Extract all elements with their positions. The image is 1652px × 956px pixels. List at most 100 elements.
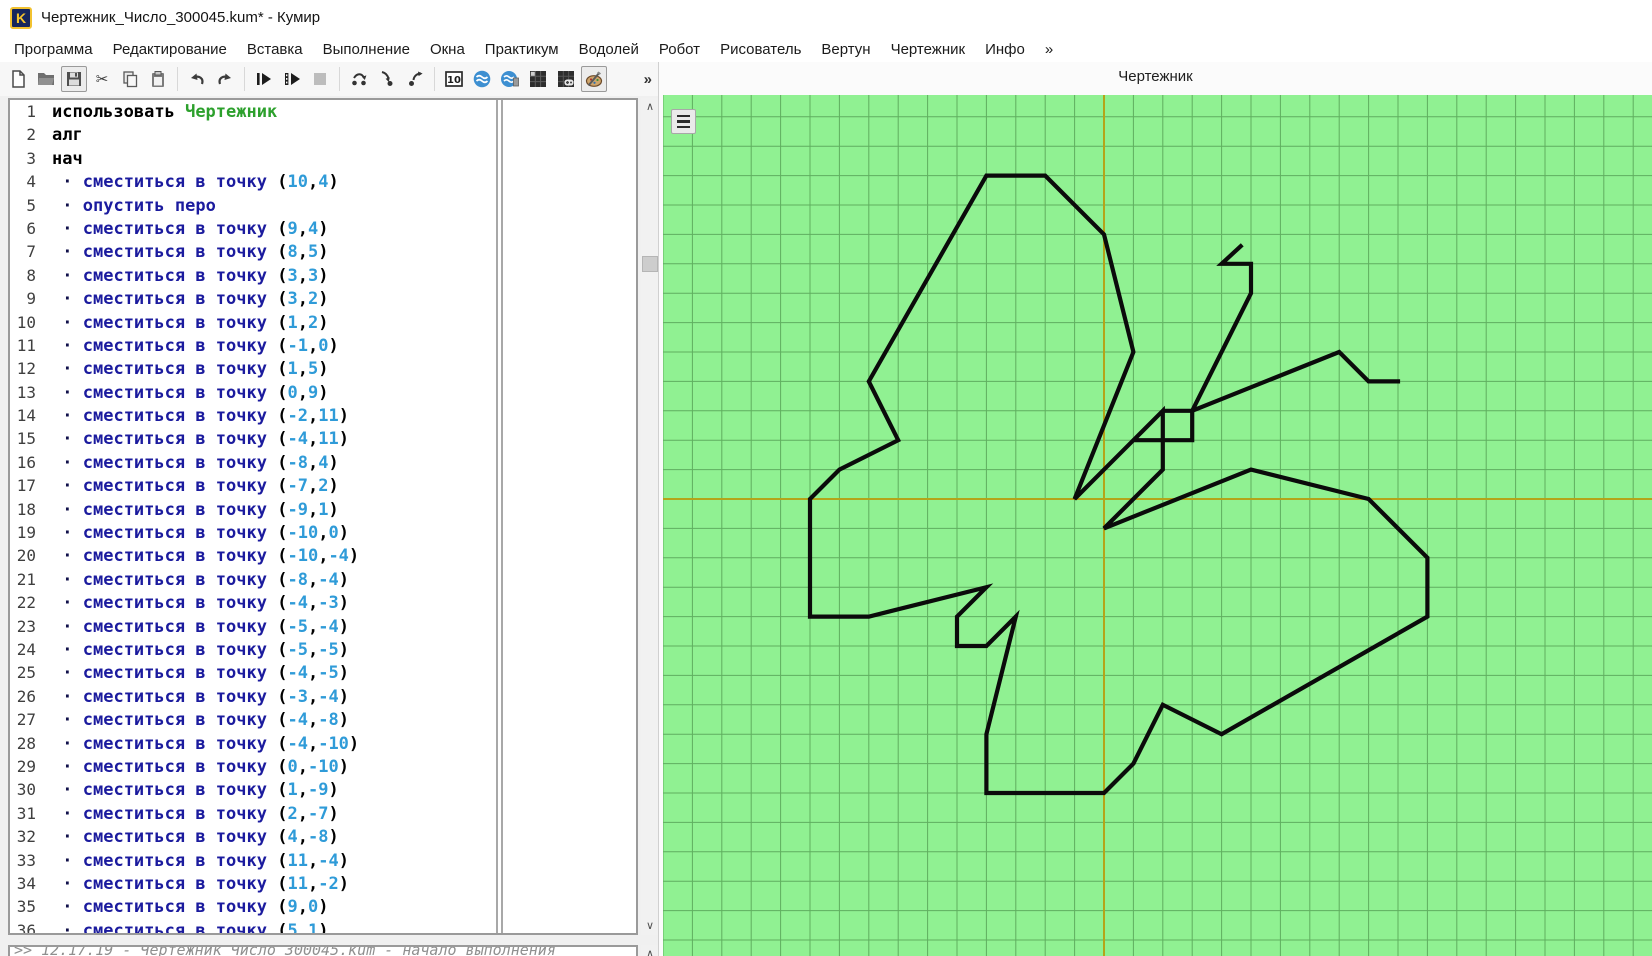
- code-text: · сместиться в точку (9,0): [62, 897, 329, 918]
- code-line: 4 · сместиться в точку (10,4): [10, 172, 494, 195]
- new-file-button[interactable]: [5, 66, 31, 92]
- toolbar-overflow-chevron[interactable]: »: [644, 71, 652, 88]
- line-number: 34: [16, 873, 36, 893]
- code-text: использовать Чертежник: [52, 102, 278, 122]
- line-number: 20: [16, 546, 36, 566]
- code-text: · сместиться в точку (-8,-4): [62, 569, 349, 590]
- svg-text:10: 10: [447, 75, 461, 86]
- menu-item-окна[interactable]: Окна: [420, 38, 475, 61]
- stop-button[interactable]: [307, 66, 333, 92]
- code-line: 18 · сместиться в точку (-9,1): [10, 500, 494, 523]
- line-number: 35: [16, 897, 36, 917]
- vodoley-button[interactable]: [469, 66, 495, 92]
- line-number: 9: [26, 289, 36, 309]
- step-out-button[interactable]: [402, 66, 428, 92]
- code-editor[interactable]: 1 использовать Чертежник 2 алг 3 нач 4 · смест…: [8, 98, 638, 935]
- save-button[interactable]: [61, 66, 87, 92]
- menu-item-редактирование[interactable]: Редактирование: [103, 38, 237, 61]
- undo-button[interactable]: [184, 66, 210, 92]
- line-number: 32: [16, 827, 36, 847]
- code-line: 10 · сместиться в точку (1,2): [10, 313, 494, 336]
- code-text: · сместиться в точку (-4,-10): [62, 733, 360, 754]
- line-number: 22: [16, 593, 36, 613]
- code-line: 32 · сместиться в точку (4,-8): [10, 827, 494, 850]
- menu-item-выполнение[interactable]: Выполнение: [313, 38, 420, 61]
- stop-icon: [314, 73, 326, 85]
- code-line: 30 · сместиться в точку (1,-9): [10, 780, 494, 803]
- robot-game-button[interactable]: [553, 66, 579, 92]
- paste-button[interactable]: [145, 66, 171, 92]
- cut-button[interactable]: ✂: [89, 66, 115, 92]
- code-text: · сместиться в точку (-2,11): [62, 406, 349, 427]
- menu-item-рисователь[interactable]: Рисователь: [710, 38, 811, 61]
- toolbar-separator: [244, 67, 245, 91]
- run-button[interactable]: [251, 66, 277, 92]
- code-line: 34 · сместиться в точку (11,-2): [10, 874, 494, 897]
- scroll-down-icon[interactable]: ∨: [641, 917, 659, 935]
- undo-icon: [191, 73, 204, 85]
- numberline-10-button[interactable]: 10: [441, 66, 467, 92]
- code-line: 24 · сместиться в точку (-5,-5): [10, 640, 494, 663]
- scrollbar-thumb[interactable]: [642, 256, 658, 272]
- menu-item-инфо[interactable]: Инфо: [975, 38, 1035, 61]
- line-number: 19: [16, 523, 36, 543]
- line-number: 25: [16, 663, 36, 683]
- line-number: 33: [16, 850, 36, 870]
- step-in-button[interactable]: [374, 66, 400, 92]
- code-line: 17 · сместиться в точку (-7,2): [10, 476, 494, 499]
- code-line: 1 использовать Чертежник: [10, 102, 494, 125]
- vodoley-grid-button[interactable]: [497, 66, 523, 92]
- editor-pane-divider[interactable]: [496, 100, 503, 933]
- line-number: 7: [26, 242, 36, 262]
- menu-item-вставка[interactable]: Вставка: [237, 38, 313, 61]
- menu-item-водолей[interactable]: Водолей: [569, 38, 649, 61]
- menu-item-overflow[interactable]: »: [1035, 38, 1063, 61]
- code-line: 25 · сместиться в точку (-4,-5): [10, 663, 494, 686]
- code-text: · сместиться в точку (3,2): [62, 289, 329, 310]
- code-line: 27 · сместиться в точку (-4,-8): [10, 710, 494, 733]
- copy-button[interactable]: [117, 66, 143, 92]
- menu-item-вертун[interactable]: Вертун: [811, 38, 880, 61]
- code-line: 15 · сместиться в точку (-4,11): [10, 429, 494, 452]
- code-line: 2 алг: [10, 125, 494, 148]
- console-scroll-up-icon[interactable]: ∧: [641, 945, 659, 956]
- line-number: 13: [16, 382, 36, 402]
- code-line: 35 · сместиться в точку (9,0): [10, 897, 494, 920]
- code-text: · сместиться в точку (-10,0): [62, 523, 349, 544]
- run-step-button[interactable]: [279, 66, 305, 92]
- line-number: 36: [16, 920, 36, 935]
- step-over-icon: [352, 73, 367, 86]
- line-number: 10: [16, 312, 36, 332]
- toolbar: ✂ 10 »: [0, 62, 658, 96]
- robot-field-button[interactable]: [525, 66, 551, 92]
- console-scrollbar[interactable]: ∧: [641, 945, 659, 956]
- menu-item-практикум[interactable]: Практикум: [475, 38, 569, 61]
- menu-item-чертежник[interactable]: Чертежник: [881, 38, 976, 61]
- redo-icon: [218, 73, 231, 85]
- menu-item-программа[interactable]: Программа: [4, 38, 103, 61]
- code-text: · сместиться в точку (2,-7): [62, 803, 339, 824]
- code-text: · сместиться в точку (-8,4): [62, 452, 339, 473]
- vodoley-icon: [473, 70, 491, 88]
- painter-button[interactable]: [581, 66, 607, 92]
- redo-button[interactable]: [212, 66, 238, 92]
- kumir-app-icon: K: [10, 7, 32, 29]
- vodoley-grid-icon: [501, 71, 519, 87]
- line-number: 14: [16, 406, 36, 426]
- hamburger-menu-button[interactable]: [671, 109, 696, 134]
- code-line: 31 · сместиться в точку (2,-7): [10, 804, 494, 827]
- scroll-up-icon[interactable]: ∧: [641, 98, 659, 116]
- open-file-button[interactable]: [33, 66, 59, 92]
- code-line: 26 · сместиться в точку (-3,-4): [10, 687, 494, 710]
- code-text: · сместиться в точку (4,-8): [62, 827, 339, 848]
- code-line: 36 · сместиться в точку (5,1): [10, 920, 494, 935]
- code-text: · сместиться в точку (-3,-4): [62, 686, 349, 707]
- step-out-icon: [409, 71, 423, 86]
- code-text: · сместиться в точку (1,-9): [62, 780, 339, 801]
- editor-scrollbar[interactable]: ∧ ∨: [641, 98, 659, 935]
- menu-item-робот[interactable]: Робот: [649, 38, 710, 61]
- drawer-window: Чертежник: [658, 62, 1652, 956]
- code-text: · сместиться в точку (-4,-3): [62, 593, 349, 614]
- code-text: · сместиться в точку (-1,0): [62, 335, 339, 356]
- step-over-button[interactable]: [346, 66, 372, 92]
